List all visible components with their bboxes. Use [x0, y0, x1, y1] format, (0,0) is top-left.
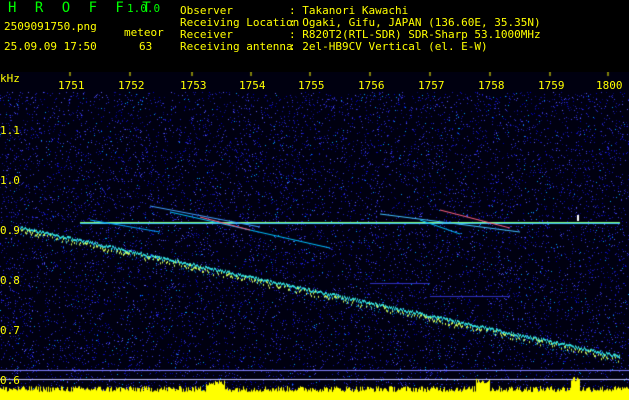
file-datetime: 25.09.09 17:50	[4, 40, 97, 53]
time-tick-label: 1758	[478, 79, 505, 92]
meteor-label: meteor	[124, 26, 164, 39]
info-value-antenna: : 2el-HB9CV Vertical (el. E-W)	[289, 40, 488, 53]
time-tick-label: 1756	[358, 79, 385, 92]
time-tick-label: 1753	[180, 79, 207, 92]
frequency-tick-label: 0.6	[0, 374, 20, 387]
spectrogram-panel: 1751 1752 1753 1754 1755 1756 1757 1758 1759 1800	[0, 72, 629, 400]
frequency-tick-label: 0.8	[0, 274, 20, 287]
time-tick-label: 1754	[239, 79, 266, 92]
time-tick-label: 1752	[118, 79, 145, 92]
file-name: 2509091750.png	[4, 20, 97, 33]
info-key-antenna: Receiving antenna	[180, 40, 293, 53]
frequency-tick-label: 1.0	[0, 174, 20, 187]
frequency-tick-label: 0.7	[0, 324, 20, 337]
time-tick-label: 1755	[298, 79, 325, 92]
spectrogram-canvas	[0, 72, 629, 400]
meteor-count: 63	[139, 40, 153, 53]
app-version: 1.0.0	[127, 2, 161, 15]
frequency-tick-label: 0.9	[0, 224, 20, 237]
frequency-tick-label: 1.1	[0, 124, 20, 137]
time-tick-label: 1759	[538, 79, 565, 92]
time-tick-label: 1800	[596, 79, 623, 92]
time-tick-label: 1751	[58, 79, 85, 92]
time-tick-label: 1757	[418, 79, 445, 92]
frequency-unit-label: kHz	[0, 72, 20, 85]
header: H R O F F T 1.0.0 2509091750.png meteor …	[0, 0, 629, 72]
